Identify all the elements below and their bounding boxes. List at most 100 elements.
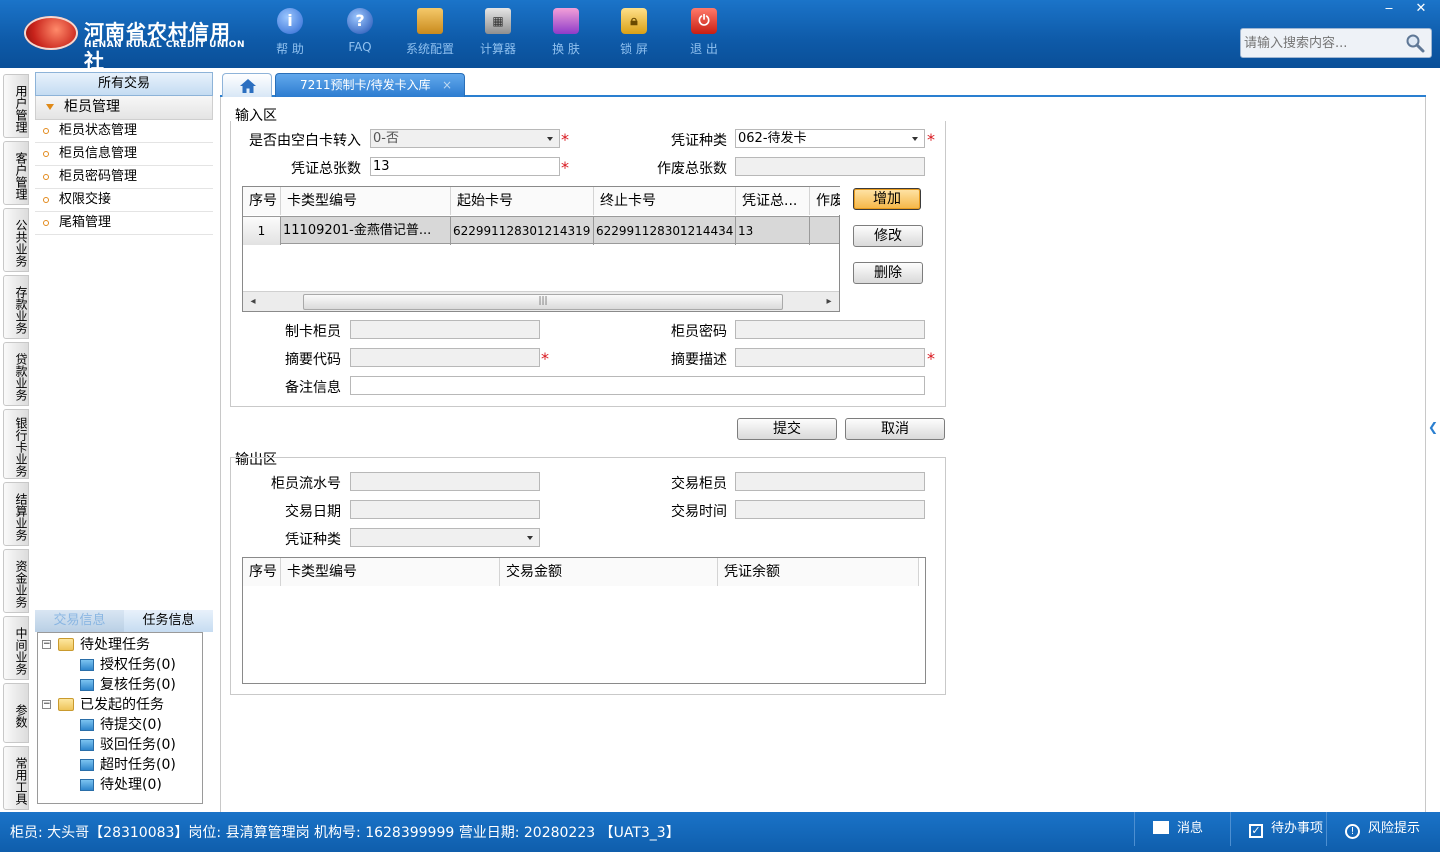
delete-button[interactable]: 删除 <box>853 262 923 284</box>
vtab-parameters[interactable]: 参数 <box>3 683 29 743</box>
column-header[interactable]: 交易金额 <box>500 558 718 586</box>
column-header[interactable]: 作废 <box>810 187 840 215</box>
lock-screen-button[interactable]: 🔒︎ 锁 屏 <box>604 8 664 62</box>
summary-desc-input[interactable] <box>735 348 925 367</box>
tree-node-label: 待处理任务 <box>80 637 150 653</box>
vtab-fund-business[interactable]: 资金业务 <box>3 549 29 613</box>
column-header[interactable]: 序号 <box>243 187 281 215</box>
collapse-icon[interactable]: − <box>42 640 51 649</box>
vtab-loan-business[interactable]: 贷款业务 <box>3 342 29 406</box>
tree-node-pending[interactable]: − 待处理任务 <box>38 635 202 655</box>
sidebar-item-teller-status[interactable]: 柜员状态管理 <box>35 120 213 143</box>
transaction-sidebar: 所有交易 柜员管理 柜员状态管理 柜员信息管理 柜员密码管理 权限交接 尾箱管理… <box>35 72 213 808</box>
sidebar-item-teller-info[interactable]: 柜员信息管理 <box>35 143 213 166</box>
sidebar-group-teller-management[interactable]: 柜员管理 <box>35 96 213 120</box>
maker-teller-input[interactable] <box>350 320 540 339</box>
tree-node-label: 待提交(0) <box>100 717 162 733</box>
tab-home[interactable] <box>222 73 272 97</box>
tree-node-review-tasks[interactable]: 复核任务(0) <box>38 675 202 695</box>
voucher-type-label: 凭证种类 <box>671 133 727 149</box>
task-icon <box>80 759 94 771</box>
table-cell: 622991128301214319 <box>451 217 594 245</box>
tab-transaction-info[interactable]: 交易信息 <box>35 610 124 632</box>
scroll-right-icon[interactable]: ▸ <box>821 295 837 309</box>
column-header[interactable]: 凭证总... <box>736 187 810 215</box>
tree-node-label: 已发起的任务 <box>80 697 164 713</box>
teller-password-input[interactable] <box>735 320 925 339</box>
tree-node-rejected[interactable]: 驳回任务(0) <box>38 735 202 755</box>
column-header[interactable]: 终止卡号 <box>594 187 736 215</box>
card-grid: 序号 卡类型编号 起始卡号 终止卡号 凭证总... 作废 1 11109201-… <box>242 186 840 312</box>
bullet-icon <box>43 128 49 134</box>
vtab-user-management[interactable]: 用户管理 <box>3 74 29 138</box>
close-window-button[interactable]: ✕ <box>1406 0 1436 18</box>
blank-card-select[interactable]: 0-否 <box>370 129 560 148</box>
vtab-common-tools[interactable]: 常用工具 <box>3 746 29 810</box>
system-config-button[interactable]: 系统配置 <box>400 8 460 62</box>
sidebar-item-permission-handover[interactable]: 权限交接 <box>35 189 213 212</box>
messages-button[interactable]: 消息 <box>1134 812 1230 846</box>
collapse-icon[interactable]: − <box>42 700 51 709</box>
column-header[interactable]: 起始卡号 <box>451 187 594 215</box>
column-header[interactable]: 凭证余额 <box>718 558 919 586</box>
minimize-button[interactable]: ‒ <box>1374 0 1404 18</box>
required-icon: * <box>541 349 549 368</box>
blank-card-value: 0-否 <box>373 131 399 146</box>
vtab-bank-card-business[interactable]: 银行卡业务 <box>3 409 29 479</box>
calculator-button[interactable]: ▦ 计算器 <box>468 8 528 62</box>
table-cell: 1 <box>243 217 281 245</box>
vtab-customer-management[interactable]: 客户管理 <box>3 141 29 205</box>
voucher-total-input[interactable]: 13 <box>370 157 560 176</box>
vtab-intermediary-business[interactable]: 中间业务 <box>3 616 29 680</box>
tree-node-timeout[interactable]: 超时任务(0) <box>38 755 202 775</box>
submit-button[interactable]: 提交 <box>737 418 837 440</box>
tree-node-auth-tasks[interactable]: 授权任务(0) <box>38 655 202 675</box>
horizontal-scrollbar[interactable]: ◂ ||| ▸ <box>243 291 839 311</box>
voucher-type-select[interactable]: 062-待发卡 <box>735 129 925 148</box>
tree-node-to-submit[interactable]: 待提交(0) <box>38 715 202 735</box>
close-tab-icon[interactable]: × <box>442 74 452 96</box>
column-header[interactable]: 卡类型编号 <box>281 558 500 586</box>
alert-bubble-icon: ! <box>1345 824 1360 839</box>
todo-button[interactable]: ✓ 待办事项 <box>1230 812 1326 846</box>
column-header[interactable]: 序号 <box>243 558 281 586</box>
table-cell <box>810 217 839 245</box>
void-total-input[interactable] <box>735 157 925 176</box>
search-input[interactable] <box>1244 33 1404 53</box>
edit-button[interactable]: 修改 <box>853 225 923 247</box>
tree-node-to-process[interactable]: 待处理(0) <box>38 775 202 795</box>
transaction-teller-field <box>735 472 925 491</box>
sidebar-item-cash-box[interactable]: 尾箱管理 <box>35 212 213 235</box>
add-button[interactable]: 增加 <box>853 188 921 210</box>
remark-input[interactable] <box>350 376 925 395</box>
vtab-deposit-business[interactable]: 存款业务 <box>3 275 29 339</box>
collapse-panel-icon[interactable]: ❮ <box>1428 420 1438 460</box>
scroll-thumb[interactable]: ||| <box>303 294 783 310</box>
scroll-left-icon[interactable]: ◂ <box>245 295 261 309</box>
task-icon <box>80 679 94 691</box>
vtab-public-business[interactable]: 公共业务 <box>3 208 29 272</box>
question-icon: ? <box>347 8 373 34</box>
skin-button[interactable]: 换 肤 <box>536 8 596 62</box>
faq-button[interactable]: ? FAQ <box>330 8 390 62</box>
exit-button[interactable]: ⏻ 退 出 <box>674 8 734 62</box>
sidebar-group-label: 柜员管理 <box>64 99 120 115</box>
cancel-button[interactable]: 取消 <box>845 418 945 440</box>
tree-node-initiated[interactable]: − 已发起的任务 <box>38 695 202 715</box>
bullet-icon <box>43 220 49 226</box>
help-button[interactable]: i 帮 助 <box>260 8 320 62</box>
tab-prefab-card-storage[interactable]: 7211预制卡/待发卡入库 × <box>275 73 465 97</box>
tab-task-info[interactable]: 任务信息 <box>124 610 213 632</box>
vtab-settlement-business[interactable]: 结算业务 <box>3 482 29 546</box>
search-icon[interactable] <box>1405 33 1425 53</box>
voucher-total-label: 凭证总张数 <box>291 161 361 177</box>
sidebar-item-teller-password[interactable]: 柜员密码管理 <box>35 166 213 189</box>
table-cell: 622991128301214434 <box>594 217 736 245</box>
table-row[interactable]: 1 11109201-金燕借记普... 622991128301214319 6… <box>243 216 839 245</box>
output-voucher-type-select[interactable] <box>350 528 540 547</box>
sidebar-item-label: 柜员状态管理 <box>59 123 138 138</box>
risk-alert-button[interactable]: ! 风险提示 <box>1326 812 1440 846</box>
void-total-label: 作废总张数 <box>657 161 727 177</box>
column-header[interactable]: 卡类型编号 <box>281 187 451 215</box>
summary-code-input[interactable] <box>350 348 540 367</box>
